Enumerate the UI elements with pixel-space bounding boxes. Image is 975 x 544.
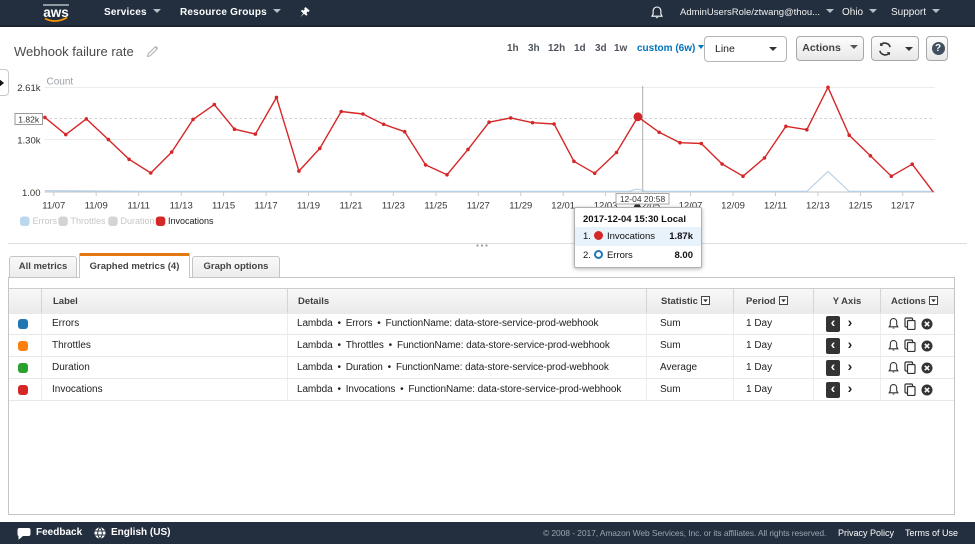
svg-text:12/01: 12/01 [551, 201, 575, 212]
svg-text:1.82k: 1.82k [18, 114, 40, 124]
svg-text:12/11: 12/11 [764, 201, 787, 212]
svg-text:11/25: 11/25 [424, 201, 447, 212]
svg-text:Errors: Errors [33, 216, 58, 226]
svg-text:11/23: 11/23 [382, 201, 405, 212]
svg-text:11/21: 11/21 [339, 201, 362, 212]
svg-text:Count: Count [47, 77, 74, 88]
svg-text:11/07: 11/07 [42, 201, 65, 212]
svg-text:12/17: 12/17 [891, 201, 915, 212]
svg-text:11/17: 11/17 [255, 201, 278, 212]
svg-text:Invocations: Invocations [168, 216, 214, 226]
svg-text:11/09: 11/09 [85, 201, 108, 212]
svg-text:12/09: 12/09 [721, 201, 745, 212]
svg-text:11/13: 11/13 [170, 201, 193, 212]
svg-text:1.30k: 1.30k [17, 136, 40, 147]
svg-text:12/13: 12/13 [806, 201, 830, 212]
svg-text:1.00: 1.00 [22, 188, 41, 199]
svg-text:Throttles: Throttles [71, 216, 107, 226]
svg-text:11/11: 11/11 [128, 201, 150, 212]
svg-text:11/15: 11/15 [212, 201, 235, 212]
svg-text:11/27: 11/27 [467, 201, 490, 212]
svg-text:11/19: 11/19 [297, 201, 320, 212]
svg-text:11/29: 11/29 [509, 201, 532, 212]
svg-text:12/15: 12/15 [849, 201, 873, 212]
svg-text:2.61k: 2.61k [17, 83, 40, 94]
svg-text:12-04 20:58: 12-04 20:58 [620, 194, 666, 204]
svg-text:Duration: Duration [121, 216, 155, 226]
